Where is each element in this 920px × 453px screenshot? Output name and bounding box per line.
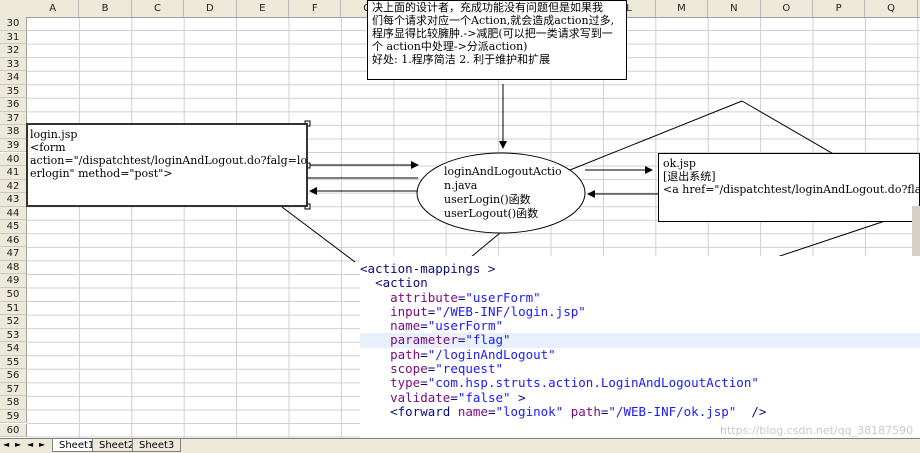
- code-token: <forward: [390, 403, 458, 419]
- code-token: validate: [390, 389, 451, 405]
- sheet-tab-bar: ◄ ► ◄ ► Sheet1 Sheet2 Sheet3: [0, 438, 920, 453]
- code-token: "userForm": [427, 318, 504, 334]
- ok-line: [退出系统]: [663, 170, 716, 183]
- code-token: "/loginAndLogout": [427, 346, 556, 362]
- design-note-box[interactable]: 决上面的设计者，充成功能没有问题但是如果我 们每个请求对应一个Action,就会造…: [367, 0, 627, 80]
- login-line: login.jsp: [30, 128, 78, 141]
- prev-sheet-icon[interactable]: ►: [15, 440, 21, 449]
- code-token: "/WEB-INF/ok.jsp": [608, 403, 737, 419]
- ellipse-line: userLogin()函数: [444, 193, 531, 206]
- code-token: =: [420, 318, 428, 334]
- code-token: path: [570, 403, 601, 419]
- vertical-scrollbar-fragment[interactable]: [912, 206, 920, 256]
- code-token: "flag": [465, 332, 511, 348]
- code-token: >: [510, 389, 526, 405]
- code-token: />: [736, 403, 767, 419]
- code-line: <action: [360, 276, 920, 290]
- tab-sheet3[interactable]: Sheet3: [132, 439, 182, 452]
- code-token: attribute: [390, 289, 458, 305]
- note-line: 程序显得比较臃肿.->减肥(可以把一类请求写到一: [372, 27, 613, 40]
- code-line: type="com.hsp.struts.action.LoginAndLogo…: [360, 376, 920, 390]
- code-line: name="userForm": [360, 319, 920, 333]
- code-token: name: [390, 318, 421, 334]
- ellipse-line: n.java: [444, 179, 478, 192]
- code-line: <forward name="loginok" path="/WEB-INF/o…: [360, 403, 920, 419]
- first-sheet-icon[interactable]: ◄: [3, 440, 9, 449]
- code-line: validate="false" >: [360, 389, 920, 405]
- code-token: =: [420, 346, 428, 362]
- line-login-to-code: [281, 206, 356, 263]
- note-line: 个 action中处理->分派action): [372, 40, 528, 53]
- note-line: 好处: 1.程序简洁 2. 利于维护和扩展: [372, 53, 551, 66]
- login-line: <form: [30, 141, 66, 154]
- code-token: "request": [435, 361, 504, 377]
- code-token: =: [420, 375, 428, 391]
- code-token: path: [390, 346, 421, 362]
- code-token: scope: [390, 361, 428, 377]
- note-line: 决上面的设计者，充成功能没有问题但是如果我: [372, 1, 603, 14]
- login-jsp-box[interactable]: login.jsp <form action="/dispatchtest/logi…: [26, 123, 308, 207]
- code-token: "userForm": [465, 289, 541, 305]
- ellipse-line: loginAndLogoutActio: [444, 165, 562, 178]
- code-token: "loginok": [495, 403, 564, 419]
- watermark: https://blog.csdn.net/qq_38187590: [720, 424, 914, 437]
- code-token: name: [457, 403, 488, 419]
- struts-config-code-image: <action-mappings > <action attribute="us…: [360, 256, 920, 438]
- note-line: 们每个请求对应一个Action,就会造成action过多,: [372, 14, 615, 27]
- code-line: scope="request": [360, 361, 920, 377]
- code-line: input="/WEB-INF/login.jsp": [360, 303, 920, 319]
- ok-line: ok.jsp: [663, 157, 696, 170]
- code-token: =: [450, 389, 458, 405]
- code-line: path="/loginAndLogout": [360, 346, 920, 362]
- code-token: "false": [457, 389, 511, 405]
- code-token: "/WEB-INF/login.jsp": [435, 303, 586, 319]
- action-ellipse-text: loginAndLogoutActio n.java userLogin()函数 us…: [444, 165, 562, 221]
- next-sheet-icon[interactable]: ◄: [27, 440, 33, 449]
- code-line: <action-mappings >: [360, 261, 920, 276]
- code-token: <action-mappings >: [360, 261, 496, 276]
- last-sheet-icon[interactable]: ►: [39, 440, 45, 449]
- code-token: "com.hsp.struts.action.LoginAndLogoutAct…: [427, 375, 759, 391]
- ok-jsp-box[interactable]: ok.jsp [退出系统] <a href="/dispatchtest/login…: [658, 153, 920, 222]
- login-line: erlogin" method="post">: [30, 167, 173, 180]
- code-line: attribute="userForm": [360, 289, 920, 305]
- code-line: parameter="flag": [360, 332, 920, 348]
- code-token: type: [390, 375, 421, 391]
- login-line: action="/dispatchtest/loginAndLogout.do?…: [30, 154, 308, 167]
- ellipse-line: userLogout()函数: [444, 207, 539, 220]
- code-token: parameter: [390, 332, 458, 348]
- code-token: input: [390, 303, 428, 319]
- code-token: <action: [375, 275, 428, 291]
- ok-line: <a href="/dispatchtest/loginAndLogout.do…: [663, 183, 920, 196]
